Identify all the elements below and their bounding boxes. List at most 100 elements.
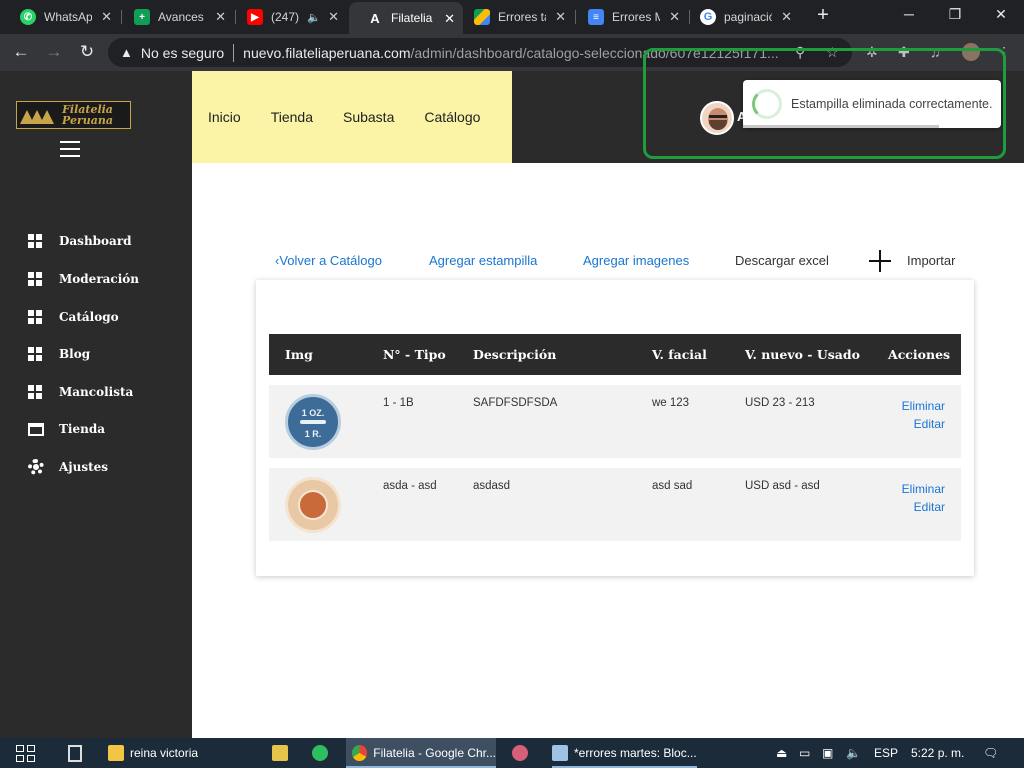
taskbar-item-label: reina victoria — [130, 746, 199, 760]
sidebar-item-label: Moderación — [59, 272, 140, 286]
column-header-v-facial: V. facial — [652, 347, 707, 362]
clock[interactable]: 5:22 p. m. — [911, 746, 964, 760]
restore-button[interactable]: ❐ — [941, 6, 969, 23]
browser-tab-strip: ✆ WhatsApp ✕ + Avances ✕ ▶ (247) 🔈 ✕ A F… — [0, 0, 1024, 34]
edit-button[interactable]: Editar — [902, 498, 945, 516]
sidebar-item-tienda[interactable]: Tienda — [28, 419, 105, 439]
delete-button[interactable]: Eliminar — [902, 397, 945, 415]
stamp-image[interactable] — [285, 477, 341, 533]
new-tab-button[interactable]: + — [809, 4, 837, 27]
column-header-descripcion: Descripción — [473, 347, 557, 362]
youtube-icon: ▶ — [247, 9, 263, 25]
close-icon[interactable]: ✕ — [101, 9, 112, 25]
sidebar-item-blog[interactable]: Blog — [28, 344, 90, 364]
table-header: Img N° - Tipo Descripción V. facial V. n… — [269, 334, 961, 375]
delete-button[interactable]: Eliminar — [902, 480, 945, 498]
close-icon[interactable]: ✕ — [669, 9, 680, 25]
task-view-icon[interactable] — [16, 738, 35, 768]
sidebar-item-label: Ajustes — [59, 460, 109, 474]
angular-icon: A — [367, 10, 383, 26]
filatelia-logo[interactable]: Filatelia Peruana — [16, 101, 131, 129]
back-to-catalog-link[interactable]: ‹Volver a Catálogo — [275, 253, 382, 268]
whatsapp-icon: ✆ — [20, 9, 36, 25]
hamburger-menu-icon[interactable] — [60, 141, 80, 157]
sidebar-item-label: Blog — [59, 347, 91, 361]
sheets-icon: + — [134, 9, 150, 25]
close-icon[interactable]: ✕ — [781, 9, 792, 25]
nav-link-inicio[interactable]: Inicio — [208, 109, 241, 125]
battery-icon[interactable]: ▭ — [799, 746, 810, 760]
calculator-icon[interactable] — [68, 738, 82, 768]
tab-filatelia[interactable]: A Filatelia ✕ — [349, 2, 463, 34]
url-host: nuevo.filateliaperuana.com — [243, 44, 411, 61]
add-images-link[interactable]: Agregar imagenes — [583, 253, 689, 268]
grid-icon — [28, 310, 42, 324]
tab-avances[interactable]: + Avances ✕ — [116, 0, 234, 34]
stamp-text-bottom: 1 R. — [304, 429, 322, 439]
store-icon — [28, 422, 44, 436]
plus-icon[interactable] — [869, 250, 891, 272]
cell-descripcion: SAFDFSDFSDA — [473, 397, 558, 409]
close-icon[interactable]: ✕ — [444, 11, 455, 27]
sidebar-item-catalogo[interactable]: Catálogo — [28, 307, 119, 327]
back-arrow-icon[interactable]: ← — [10, 42, 32, 62]
forward-arrow-icon[interactable]: → — [43, 42, 65, 62]
notifications-icon[interactable]: 🗨 — [983, 746, 998, 760]
close-icon[interactable]: ✕ — [555, 9, 566, 25]
sidebar-item-mancolista[interactable]: Mancolista — [28, 382, 133, 402]
taskbar-item-label: Filatelia - Google Chr... — [373, 746, 496, 760]
speaker-icon[interactable]: 🔈 — [307, 11, 321, 24]
taskbar-item-chrome[interactable]: Filatelia - Google Chr... — [346, 738, 496, 768]
paint-icon[interactable] — [512, 738, 534, 768]
close-icon[interactable]: ✕ — [215, 9, 226, 25]
nav-link-subasta[interactable]: Subasta — [343, 109, 394, 125]
taskbar-item-notepad[interactable]: *errores martes: Bloc... — [552, 738, 697, 768]
tab-label: (247) — [271, 10, 300, 24]
gear-icon — [28, 459, 44, 475]
logo-line-2: Peruana — [62, 114, 114, 127]
tab-errores-ta[interactable]: Errores ta ✕ — [456, 0, 574, 34]
sidebar-item-ajustes[interactable]: Ajustes — [28, 457, 108, 477]
notepad-icon — [552, 745, 568, 761]
main-nav: Inicio Tienda Subasta Catálogo — [192, 71, 512, 163]
close-window-button[interactable]: ✕ — [987, 6, 1015, 23]
tab-label: Avances — [158, 10, 204, 24]
add-stamp-link[interactable]: Agregar estampilla — [429, 253, 537, 268]
tab-errores-m[interactable]: ≡ Errores M ✕ — [570, 0, 688, 34]
stamp-image[interactable]: 1 OZ. 1 R. — [285, 394, 341, 450]
usb-icon[interactable]: ⏏ — [776, 746, 787, 760]
column-header-v-nuevo-usado: V. nuevo - Usado — [745, 347, 860, 362]
sidebar-item-label: Dashboard — [59, 234, 132, 248]
import-link[interactable]: Importar — [907, 253, 955, 268]
grid-icon — [28, 234, 42, 248]
grid-icon — [28, 385, 42, 399]
sidebar-item-moderacion[interactable]: Moderación — [28, 269, 139, 289]
nav-link-catalogo[interactable]: Catálogo — [424, 109, 480, 125]
annotation-highlight-box — [643, 48, 1006, 159]
sidebar-item-dashboard[interactable]: Dashboard — [28, 231, 132, 251]
stamps-table-card: Img N° - Tipo Descripción V. facial V. n… — [256, 280, 974, 576]
tab-youtube[interactable]: ▶ (247) 🔈 ✕ — [229, 0, 347, 34]
language-indicator[interactable]: ESP — [874, 746, 898, 760]
nav-link-tienda[interactable]: Tienda — [271, 109, 313, 125]
mountains-icon — [20, 104, 58, 126]
network-tool-icon[interactable] — [272, 738, 294, 768]
cell-v-nuevo-usado: USD asd - asd — [745, 480, 820, 492]
reload-icon[interactable]: ↻ — [76, 42, 98, 62]
close-icon[interactable]: ✕ — [328, 9, 339, 25]
volume-icon[interactable]: 🔈 — [846, 746, 861, 760]
warning-icon[interactable]: ▲ — [120, 45, 133, 60]
tab-label: WhatsApp — [44, 10, 92, 24]
taskbar-item-reina-victoria[interactable]: reina victoria — [108, 738, 198, 768]
cell-v-facial: we 123 — [652, 397, 690, 409]
tab-label: paginació — [724, 10, 772, 24]
app-green-icon[interactable] — [312, 738, 334, 768]
download-excel-link[interactable]: Descargar excel — [735, 253, 829, 268]
network-icon[interactable]: ▣ — [822, 746, 833, 760]
edit-button[interactable]: Editar — [902, 415, 945, 433]
tab-whatsapp[interactable]: ✆ WhatsApp ✕ — [2, 0, 120, 34]
sidebar: Filatelia Peruana Dashboard Moderación C… — [0, 71, 192, 738]
security-label[interactable]: No es seguro — [141, 45, 224, 61]
minimize-button[interactable]: ─ — [895, 6, 923, 22]
tab-paginacion[interactable]: G paginació ✕ — [682, 0, 800, 34]
